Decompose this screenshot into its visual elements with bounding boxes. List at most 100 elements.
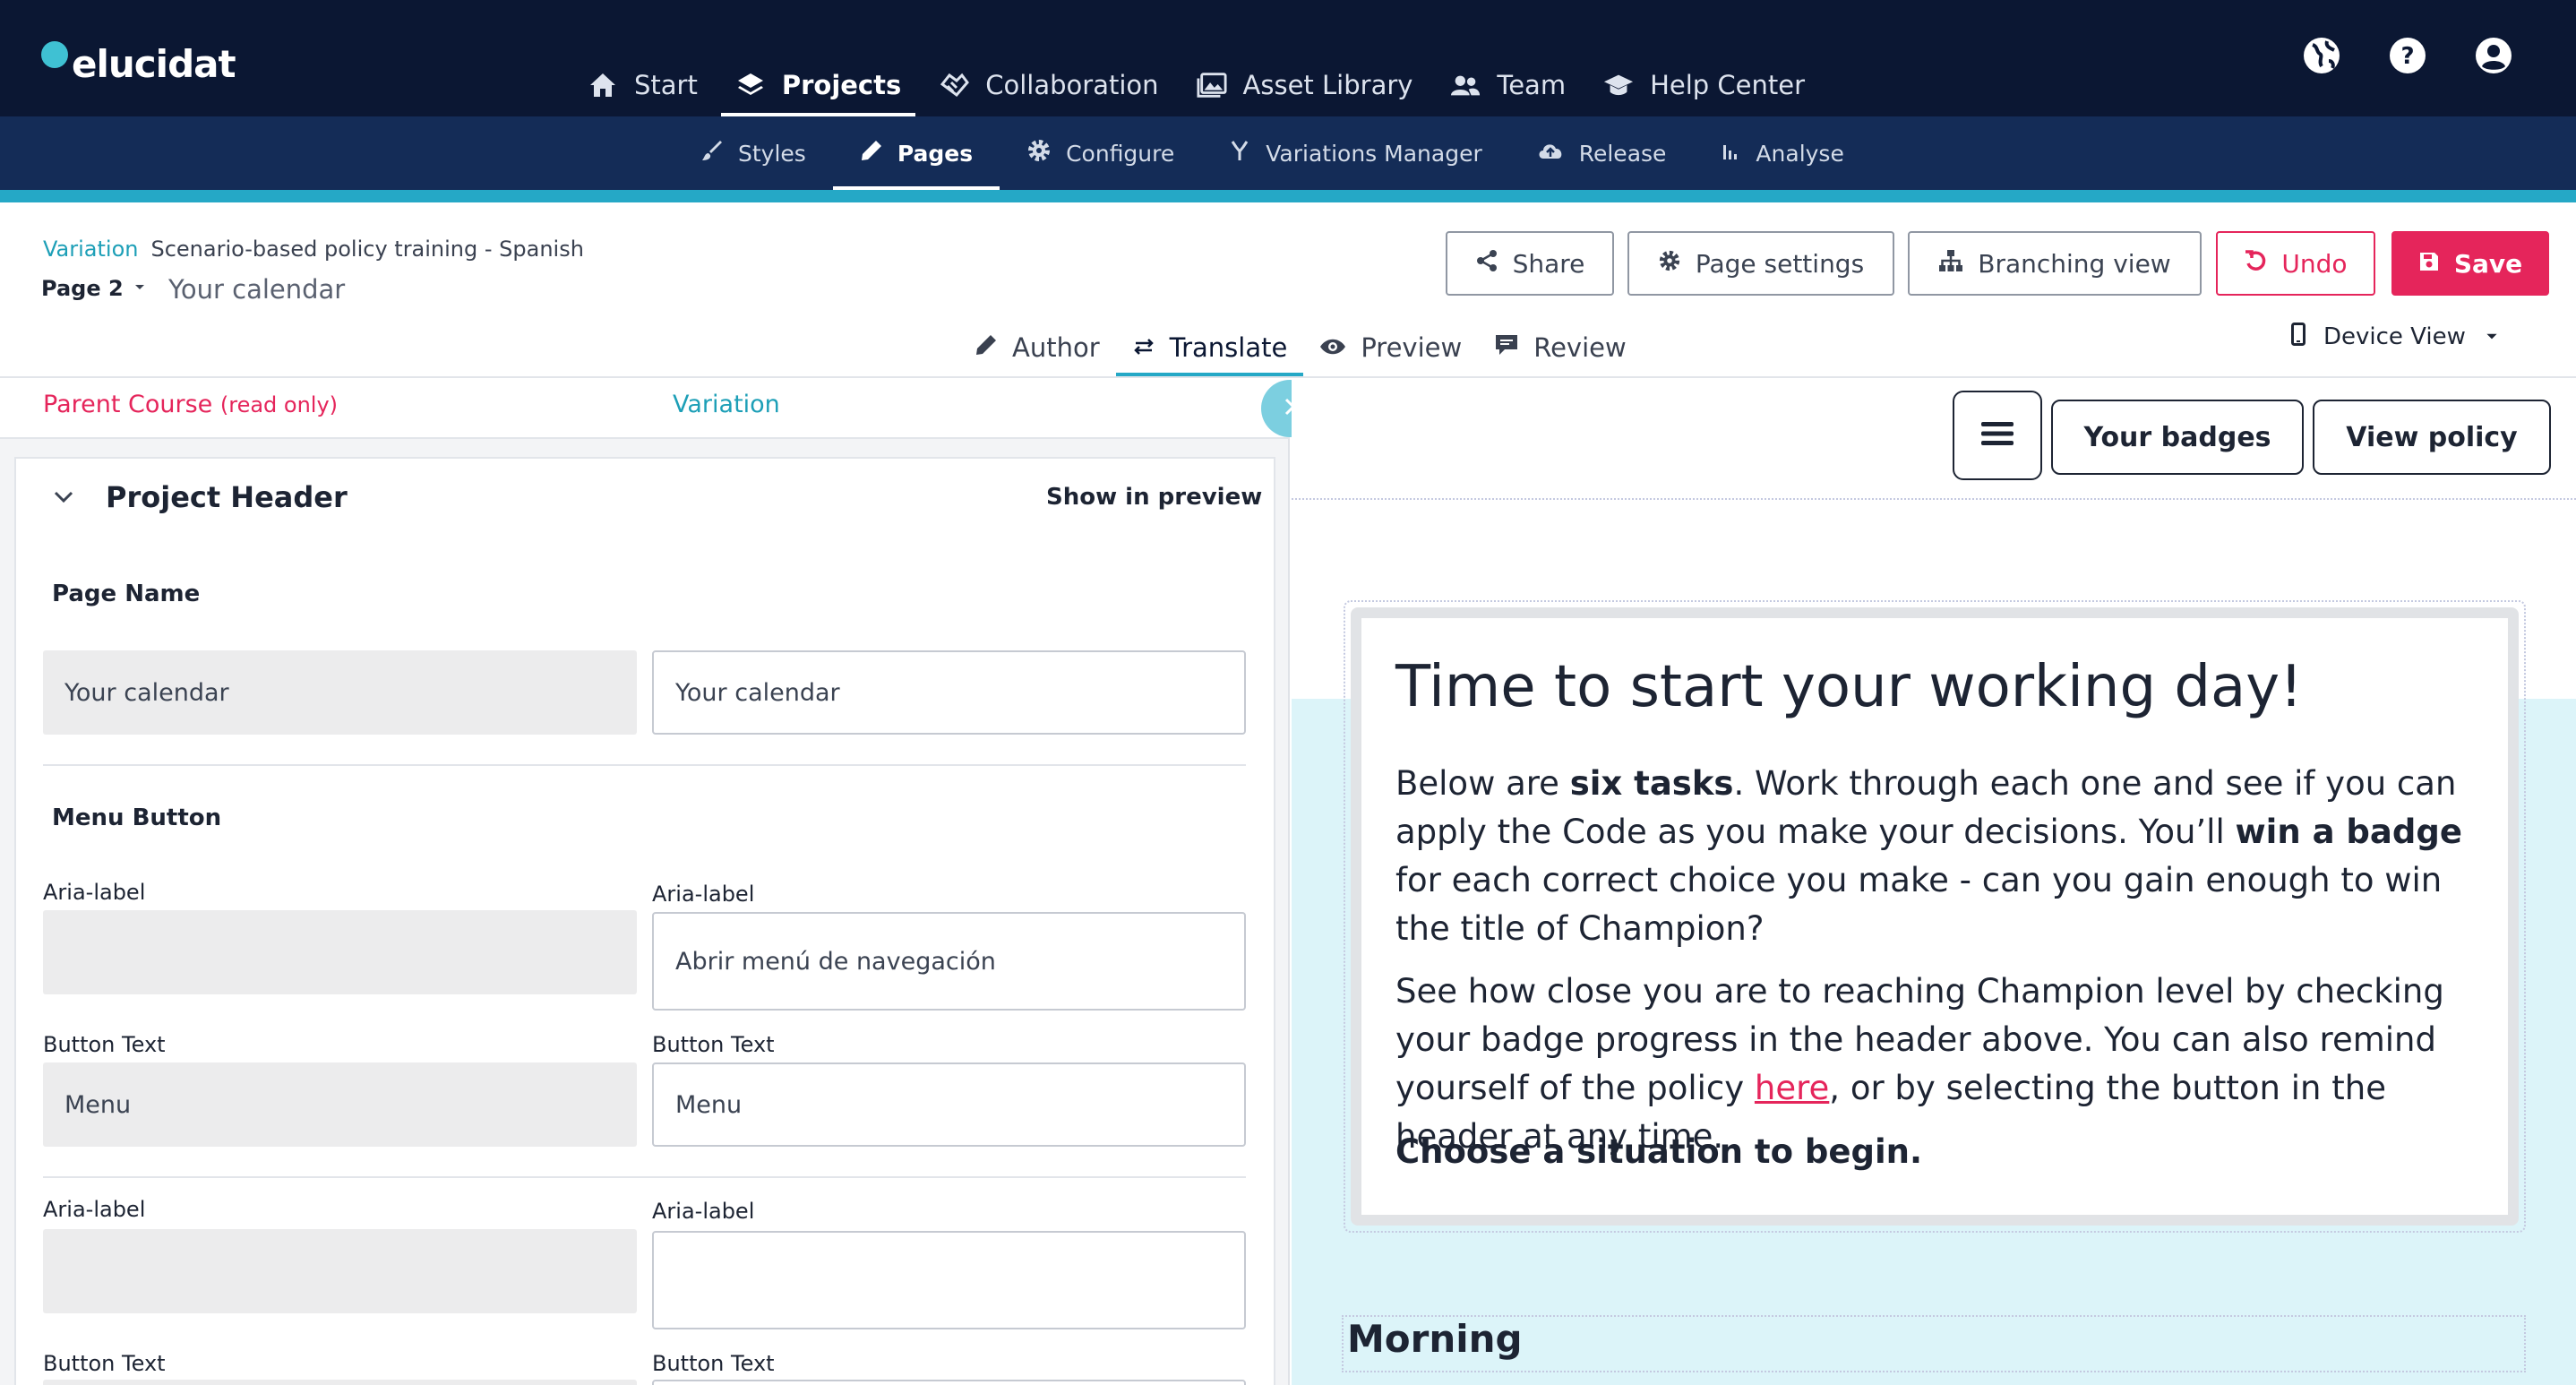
variation-column-label: Variation (673, 391, 780, 418)
nav-team[interactable]: Team (1436, 54, 1580, 116)
button-text-variation-field[interactable]: Menu (652, 1062, 1246, 1147)
aria-label-variation-label: Aria-label (652, 1199, 755, 1224)
logo-text: elucidat (72, 41, 236, 86)
help-icon[interactable]: ? (2386, 34, 2429, 77)
branching-view-button[interactable]: Branching view (1908, 231, 2202, 296)
page-name-label: Page Name (52, 581, 201, 607)
floppy-disk-icon (2418, 249, 2440, 279)
button-text-parent-label: Button Text (43, 1032, 166, 1057)
mobile-icon (2291, 322, 2306, 352)
caret-down-icon (133, 280, 147, 297)
comment-icon (1494, 332, 1519, 363)
nav-start[interactable]: Start (573, 54, 712, 116)
logo-dot-icon (41, 41, 68, 68)
hamburger-menu-icon (1981, 420, 2014, 451)
section-divider (43, 1176, 1246, 1178)
preview-menu-button[interactable] (1953, 391, 2042, 480)
brush-icon (700, 139, 724, 168)
aria-label-parent-label: Aria-label (43, 1197, 146, 1222)
page-title: Your calendar (168, 274, 346, 305)
svg-text:?: ? (2400, 43, 2414, 70)
subnav-pages[interactable]: Pages (832, 116, 1000, 190)
button-text-parent-label: Button Text (43, 1351, 166, 1376)
read-only-note: (read only) (219, 392, 339, 417)
tab-preview[interactable]: Preview (1303, 318, 1478, 377)
save-button[interactable]: Save (2391, 231, 2549, 296)
undo-icon (2244, 249, 2267, 279)
sitemap-icon (1938, 249, 1963, 279)
button-text-parent-field (43, 1380, 637, 1385)
sub-nav: Styles Pages Configure Variations Manage… (674, 116, 1871, 190)
subnav-styles[interactable]: Styles (674, 116, 833, 190)
preview-header-divider (1292, 498, 2576, 500)
accent-strip (0, 190, 2576, 202)
pencil-icon (860, 139, 883, 168)
button-text-variation-field[interactable] (652, 1380, 1246, 1385)
variation-label: Variation (43, 237, 139, 262)
nav-asset-library[interactable]: Asset Library (1182, 54, 1428, 116)
aria-label-parent-label: Aria-label (43, 880, 146, 905)
variation-info: Variation Scenario-based policy training… (43, 237, 584, 262)
page-name-parent-field: Your calendar (43, 650, 637, 735)
caret-down-icon (2484, 323, 2500, 350)
fork-icon (1228, 139, 1251, 168)
subnav-configure[interactable]: Configure (1000, 116, 1201, 190)
subnav-variations-manager[interactable]: Variations Manager (1201, 116, 1508, 190)
button-text-variation-label: Button Text (652, 1032, 775, 1057)
aria-label-variation-label: Aria-label (652, 882, 755, 907)
morning-heading: Morning (1347, 1317, 1523, 1361)
team-icon (1450, 72, 1481, 99)
account-icon[interactable] (2472, 34, 2515, 77)
choose-prompt: Choose a situation to begin. (1395, 1132, 1923, 1171)
page-settings-button[interactable]: Page settings (1627, 231, 1894, 296)
cloud-upload-icon (1536, 139, 1565, 168)
policy-link[interactable]: here (1755, 1069, 1829, 1107)
nav-projects[interactable]: Projects (720, 54, 916, 116)
parent-course-column-label: Parent Course (read only) (43, 391, 339, 418)
page-selector[interactable]: Page 2 (41, 276, 147, 301)
button-text-parent-field: Menu (43, 1062, 637, 1147)
main-nav: Start Projects Collaboration Asset Libra… (573, 54, 1819, 116)
variation-name: Scenario-based policy training - Spanish (150, 237, 584, 262)
share-button[interactable]: Share (1446, 231, 1614, 296)
share-icon (1475, 249, 1498, 279)
tab-review[interactable]: Review (1478, 318, 1642, 377)
show-in-preview-link[interactable]: Show in preview (1046, 484, 1262, 511)
section-title: Project Header (106, 480, 348, 514)
page-name-variation-field[interactable]: Your calendar (652, 650, 1246, 735)
preview-heading: Time to start your working day! (1395, 654, 2303, 720)
intro-paragraph: Below are six tasks. Work through each o… (1395, 764, 2462, 948)
eye-icon (1319, 332, 1346, 363)
menu-button-section-title: Menu Button (52, 804, 222, 831)
view-policy-button[interactable]: View policy (2313, 400, 2551, 475)
gear-icon (1026, 138, 1052, 168)
section-divider (43, 764, 1246, 766)
aria-label-variation-field[interactable]: Abrir menú de navegación (652, 912, 1246, 1011)
aria-label-variation-field[interactable] (652, 1231, 1246, 1329)
chevron-down-icon[interactable] (50, 484, 77, 514)
nav-help-center[interactable]: Help Center (1589, 54, 1819, 116)
mode-tabs: Author Translate Preview Review (958, 318, 1643, 377)
swap-icon (1132, 332, 1155, 363)
nav-collaboration[interactable]: Collaboration (924, 54, 1172, 116)
your-badges-button[interactable]: Your badges (2051, 400, 2304, 475)
layers-icon (735, 72, 766, 99)
button-text-variation-label: Button Text (652, 1351, 775, 1376)
tab-author[interactable]: Author (958, 318, 1116, 377)
collaboration-icon (939, 72, 970, 99)
globe-icon[interactable] (2300, 34, 2343, 77)
undo-button[interactable]: Undo (2216, 231, 2375, 296)
tab-translate[interactable]: Translate (1115, 318, 1304, 377)
elucidat-logo[interactable]: elucidat (41, 32, 236, 95)
device-view-dropdown[interactable]: Device View (2291, 318, 2500, 356)
gear-icon (1658, 249, 1681, 279)
graduation-cap-icon (1603, 72, 1634, 99)
bar-chart-icon (1720, 140, 1741, 167)
aria-label-parent-field (43, 1229, 637, 1313)
aria-label-parent-field (43, 910, 637, 994)
home-icon (588, 72, 618, 99)
pencil-icon (975, 332, 998, 363)
subnav-analyse[interactable]: Analyse (1693, 116, 1870, 190)
subnav-release[interactable]: Release (1509, 116, 1694, 190)
images-icon (1197, 72, 1227, 99)
